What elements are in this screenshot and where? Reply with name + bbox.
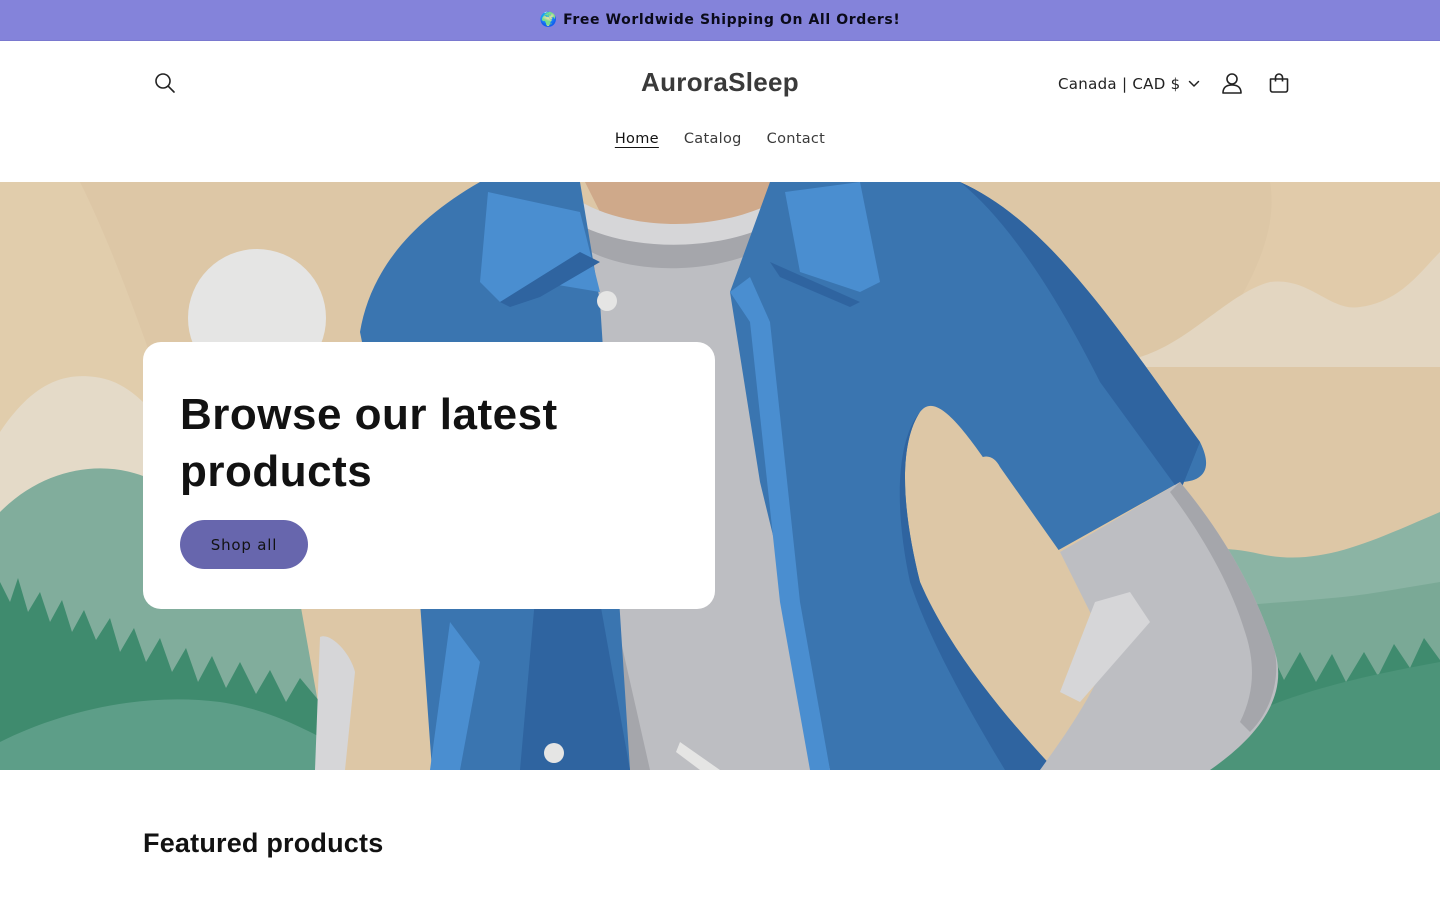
- main-nav: Home Catalog Contact: [0, 129, 1440, 149]
- featured-products-heading: Featured products: [143, 828, 384, 858]
- site-header: AuroraSleep Canada | CAD $ Home Catalog …: [0, 41, 1440, 182]
- announcement-text: 🌍 Free Worldwide Shipping On All Orders!: [539, 12, 901, 28]
- account-button[interactable]: [1210, 61, 1254, 105]
- cart-button[interactable]: [1257, 61, 1301, 105]
- bag-icon: [1269, 73, 1289, 93]
- chevron-down-icon: [1189, 80, 1200, 87]
- locale-label: Canada | CAD $: [1058, 75, 1181, 93]
- nav-item-home[interactable]: Home: [602, 129, 671, 149]
- announcement-bar: 🌍 Free Worldwide Shipping On All Orders!: [0, 0, 1440, 41]
- nav-item-catalog[interactable]: Catalog: [671, 129, 754, 149]
- nav-item-contact[interactable]: Contact: [754, 129, 838, 149]
- user-icon: [1222, 73, 1242, 94]
- logo-link[interactable]: AuroraSleep: [641, 67, 799, 97]
- hero-content-card: Browse our latest products Shop all: [143, 342, 715, 609]
- hero-banner: Browse our latest products Shop all: [0, 182, 1440, 770]
- country-currency-selector[interactable]: Canada | CAD $: [1058, 70, 1200, 98]
- shop-all-button[interactable]: Shop all: [180, 520, 308, 569]
- hero-title: Browse our latest products: [180, 390, 558, 496]
